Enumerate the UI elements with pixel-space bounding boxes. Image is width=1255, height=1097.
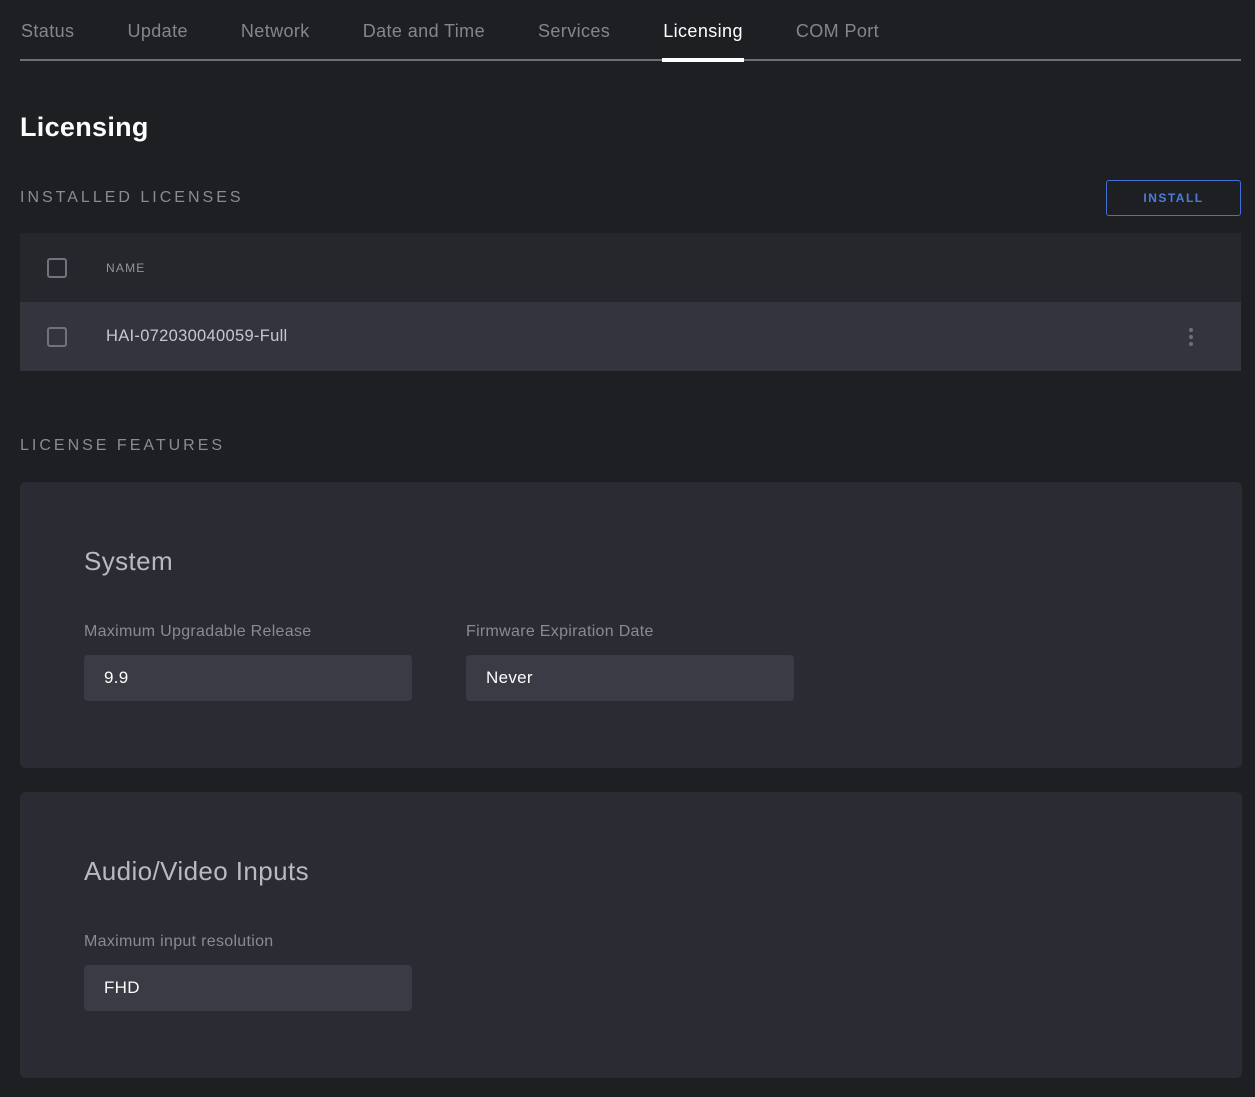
license-name: HAI-072030040059-Full xyxy=(106,327,1185,346)
system-card: System Maximum Upgradable Release 9.9 Fi… xyxy=(20,482,1242,768)
select-all-cell xyxy=(20,258,106,278)
tab-com-port[interactable]: COM Port xyxy=(795,0,880,59)
settings-tab-bar: Status Update Network Date and Time Serv… xyxy=(20,0,1241,61)
tab-status[interactable]: Status xyxy=(20,0,75,59)
field-label: Firmware Expiration Date xyxy=(466,623,794,641)
audio-video-inputs-card: Audio/Video Inputs Maximum input resolut… xyxy=(20,792,1242,1078)
installed-licenses-section-header: INSTALLED LICENSES INSTALL xyxy=(20,180,1241,216)
row-checkbox[interactable] xyxy=(47,327,67,347)
row-checkbox-cell xyxy=(20,327,106,347)
select-all-checkbox[interactable] xyxy=(47,258,67,278)
installed-licenses-label: INSTALLED LICENSES xyxy=(20,189,244,207)
licenses-table: NAME HAI-072030040059-Full xyxy=(20,233,1241,371)
license-features-label: LICENSE FEATURES xyxy=(20,437,225,455)
tab-network[interactable]: Network xyxy=(240,0,311,59)
tab-date-and-time[interactable]: Date and Time xyxy=(362,0,486,59)
page-title: Licensing xyxy=(20,112,1235,143)
name-column-header: NAME xyxy=(106,261,1241,275)
tab-update[interactable]: Update xyxy=(126,0,188,59)
table-row[interactable]: HAI-072030040059-Full xyxy=(20,302,1241,371)
tab-licensing[interactable]: Licensing xyxy=(662,0,744,59)
license-features-section-header: LICENSE FEATURES xyxy=(20,428,1241,464)
install-button[interactable]: INSTALL xyxy=(1106,180,1241,216)
field-value: Never xyxy=(466,655,794,701)
field-label: Maximum Upgradable Release xyxy=(84,623,412,641)
tab-services[interactable]: Services xyxy=(537,0,611,59)
row-actions-cell xyxy=(1185,324,1241,350)
system-card-title: System xyxy=(84,546,1178,577)
field-maximum-upgradable-release: Maximum Upgradable Release 9.9 xyxy=(84,623,412,701)
field-value: FHD xyxy=(84,965,412,1011)
field-value: 9.9 xyxy=(84,655,412,701)
field-firmware-expiration-date: Firmware Expiration Date Never xyxy=(466,623,794,701)
field-label: Maximum input resolution xyxy=(84,933,412,951)
audio-video-inputs-card-title: Audio/Video Inputs xyxy=(84,856,1178,887)
kebab-menu-icon[interactable] xyxy=(1185,324,1197,350)
licenses-table-header-row: NAME xyxy=(20,233,1241,302)
field-maximum-input-resolution: Maximum input resolution FHD xyxy=(84,933,412,1011)
